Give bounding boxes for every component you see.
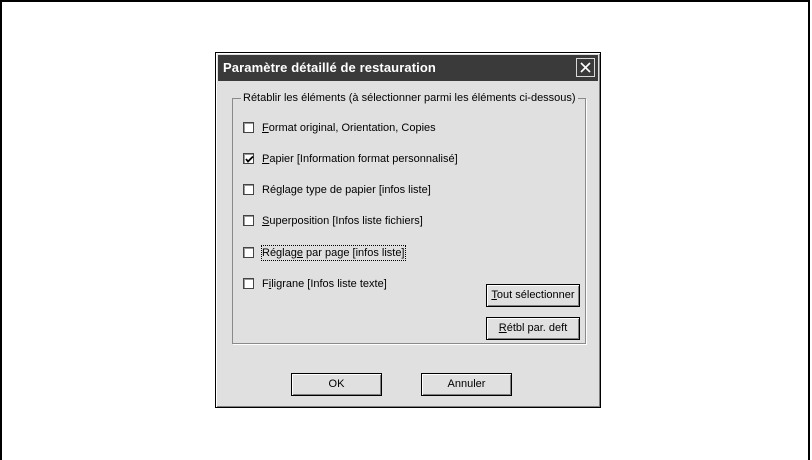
checkmark-icon bbox=[245, 155, 254, 163]
checkbox-box[interactable] bbox=[243, 247, 254, 258]
close-icon bbox=[580, 62, 591, 73]
restore-settings-dialog: Paramètre détaillé de restauration Rétab… bbox=[215, 52, 601, 408]
checkbox-label: Réglage type de papier [infos liste] bbox=[262, 184, 431, 196]
checkbox-box[interactable] bbox=[243, 153, 254, 164]
ok-button[interactable]: OK bbox=[291, 373, 382, 396]
checkbox-label: Superposition [Infos liste fichiers] bbox=[262, 215, 423, 227]
group-label: Rétablir les éléments (à sélectionner pa… bbox=[241, 92, 578, 104]
checkbox-box[interactable] bbox=[243, 184, 254, 195]
dialog-title: Paramètre détaillé de restauration bbox=[223, 60, 436, 75]
checkbox-label: Papier [Information format personnalisé] bbox=[262, 153, 458, 165]
close-button[interactable] bbox=[576, 58, 595, 77]
restore-items-group: Rétablir les éléments (à sélectionner pa… bbox=[232, 92, 586, 344]
title-bar: Paramètre détaillé de restauration bbox=[218, 55, 598, 81]
checkbox-label: Format original, Orientation, Copies bbox=[262, 122, 436, 134]
checkbox-label: Filigrane [Infos liste texte] bbox=[262, 278, 387, 290]
select-all-button[interactable]: Tout sélectionner bbox=[486, 284, 580, 307]
restore-default-button[interactable]: Rétbl par. deft bbox=[486, 317, 580, 340]
checkbox-box[interactable] bbox=[243, 122, 254, 133]
checkbox-label: Réglage par page [infos liste] bbox=[261, 245, 406, 261]
checkbox-box[interactable] bbox=[243, 278, 254, 289]
checkbox-box[interactable] bbox=[243, 215, 254, 226]
cancel-button[interactable]: Annuler bbox=[421, 373, 512, 396]
